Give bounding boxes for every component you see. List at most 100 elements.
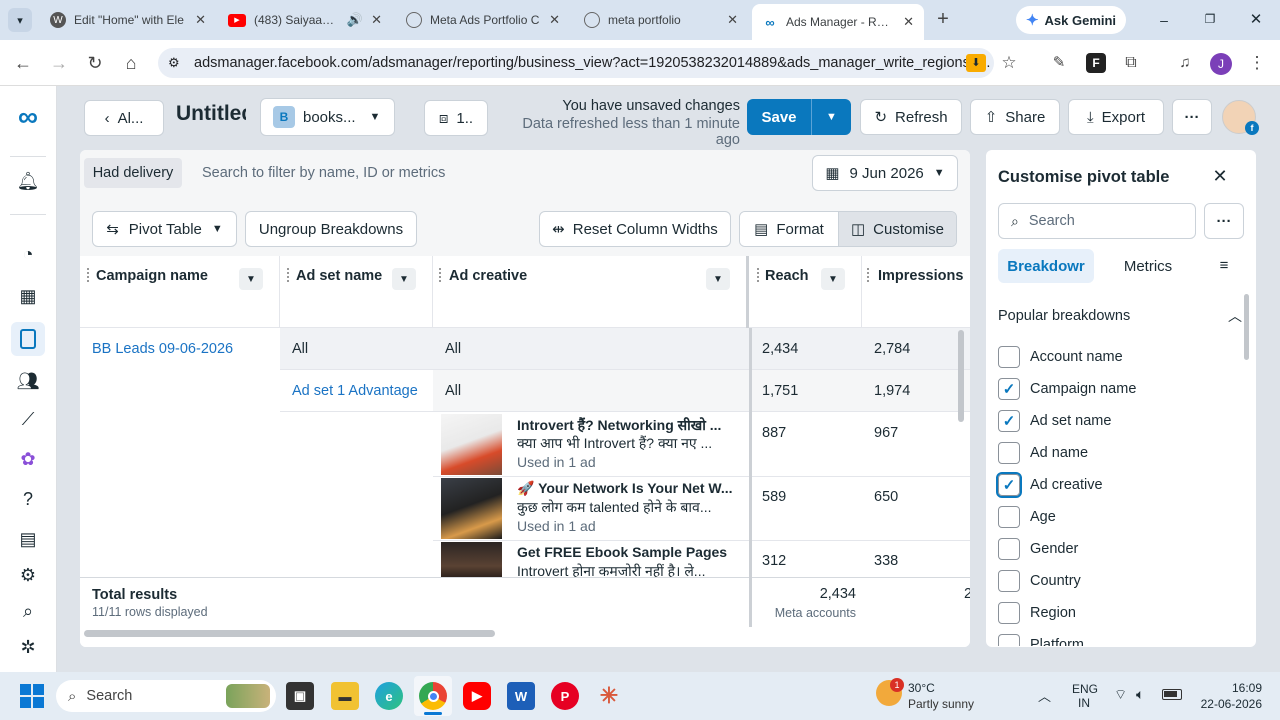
reset-column-widths-button[interactable]: ⇹ Reset Column Widths [539, 211, 731, 247]
breakdown-ad-name[interactable]: Ad name [998, 441, 1088, 465]
language-indicator[interactable]: ENG IN [1072, 682, 1098, 710]
save-button[interactable]: Save [747, 109, 811, 126]
save-options-caret[interactable]: ▼ [812, 111, 851, 123]
refresh-button[interactable]: ↻ Refresh [860, 99, 962, 135]
column-header-impressions[interactable]: Impressions [862, 256, 970, 328]
reload-icon[interactable]: ↻ [84, 52, 106, 74]
close-icon[interactable]: ✕ [195, 12, 206, 28]
panel-more-button[interactable]: ··· [1204, 203, 1244, 239]
breakdown-ad-set-name[interactable]: ✓ Ad set name [998, 409, 1111, 433]
column-header-reach[interactable]: Reach ▼ [749, 256, 862, 328]
breakdown-country[interactable]: Country [998, 569, 1081, 593]
audiences-icon[interactable]: 👥︎ [15, 368, 41, 394]
breakdown-platform[interactable]: Platform [998, 633, 1084, 646]
account-selector[interactable]: B books... ▼ [260, 98, 395, 136]
profile-avatar[interactable]: J [1210, 53, 1232, 75]
tab-youtube[interactable]: ▶ (483) Saiyaan Ji 🔊 ✕ [218, 6, 392, 34]
close-icon[interactable]: ✕ [903, 14, 914, 30]
column-header-campaign[interactable]: Campaign name ▼ [80, 256, 280, 328]
column-header-adset[interactable]: Ad set name ▼ [280, 256, 433, 328]
creative-title[interactable]: Get FREE Ebook Sample Pages [517, 544, 742, 560]
column-header-ad-creative[interactable]: Ad creative ▼ [433, 256, 749, 328]
windows-start-icon[interactable] [20, 684, 44, 708]
drag-handle-icon[interactable] [87, 268, 90, 282]
chevron-up-icon[interactable]: ︿ [1228, 306, 1242, 326]
column-menu-icon[interactable]: ▼ [239, 268, 263, 290]
had-delivery-chip[interactable]: Had delivery [84, 158, 182, 188]
bell-icon[interactable]: 🔔︎ [15, 168, 41, 194]
pivot-table-dropdown[interactable]: ⇆ Pivot Table ▼ [92, 211, 237, 247]
volume-icon[interactable]: 🔈︎ [1136, 686, 1144, 703]
speaker-icon[interactable]: 🔊 [347, 12, 363, 28]
customise-button[interactable]: ◫ Customise [838, 212, 956, 246]
search-icon[interactable]: ⌕ [15, 598, 41, 624]
reports-nav-item[interactable] [11, 322, 45, 356]
address-bar[interactable]: ⚙ adsmanager.facebook.com/adsmanager/rep… [158, 48, 994, 78]
tab-metrics[interactable]: Metrics [1110, 249, 1186, 283]
drag-handle-icon[interactable] [287, 268, 290, 282]
puzzle-extensions-icon[interactable]: ⧉ [1120, 52, 1142, 74]
tab-ads-manager[interactable]: ∞ Ads Manager - Repo ✕ [752, 4, 924, 40]
edge-browser-icon[interactable]: e [375, 682, 403, 710]
ask-gemini-button[interactable]: ✦ Ask Gemini [1016, 6, 1126, 34]
breakdown-age[interactable]: Age [998, 505, 1056, 529]
new-tab-icon[interactable]: + [932, 8, 954, 30]
clock[interactable]: 16:09 22-06-2026 [1190, 681, 1262, 711]
column-menu-icon[interactable]: ▼ [392, 268, 416, 290]
horizontal-scrollbar[interactable] [84, 630, 495, 637]
grid-table-icon[interactable]: ▦ [15, 283, 41, 309]
home-icon[interactable]: ⌂ [120, 52, 142, 74]
restore-icon[interactable]: ❐ [1202, 12, 1218, 28]
share-button[interactable]: ⇧ Share [970, 99, 1060, 135]
vertical-scrollbar[interactable] [958, 330, 964, 422]
checkbox[interactable] [998, 570, 1020, 592]
pinterest-icon[interactable]: P [551, 682, 579, 710]
more-options-button[interactable]: ··· [1172, 99, 1212, 135]
file-explorer-icon[interactable]: ▬ [331, 682, 359, 710]
site-info-icon[interactable]: ⚙ [168, 55, 180, 71]
checkbox[interactable] [998, 506, 1020, 528]
checkbox[interactable] [998, 634, 1020, 646]
bookmark-star-icon[interactable]: ☆ [998, 52, 1020, 74]
drag-handle-icon[interactable] [757, 268, 760, 282]
creative-title[interactable]: Introvert हैं? Networking सीखो ... [517, 416, 742, 435]
creative-title[interactable]: 🚀 Your Network Is Your Net W... [517, 480, 742, 497]
checkbox[interactable] [998, 602, 1020, 624]
export-button[interactable]: ⤓ Export [1068, 99, 1164, 135]
user-avatar[interactable]: f [1222, 100, 1259, 135]
breakdown-ad-creative[interactable]: ✓ Ad creative [996, 472, 1103, 498]
drag-handle-icon[interactable] [439, 268, 442, 282]
youtube-app-icon[interactable]: ▶ [463, 682, 491, 710]
browser-menu-icon[interactable]: ⋮ [1246, 52, 1268, 74]
checkbox-checked[interactable]: ✓ [996, 472, 1022, 498]
close-panel-icon[interactable]: ✕ [1210, 166, 1230, 186]
tab-meta-portfolio[interactable]: meta portfolio ✕ [574, 6, 748, 34]
drag-handle-icon[interactable] [867, 268, 870, 282]
tab-search-icon[interactable]: ▾ [8, 8, 32, 32]
back-icon[interactable]: ← [12, 52, 34, 74]
settings-gear-icon[interactable]: ⚙ [15, 562, 41, 588]
creative-thumbnail[interactable] [441, 414, 502, 475]
tab-breakdowns[interactable]: Breakdowr [998, 249, 1094, 283]
battery-icon[interactable] [1162, 689, 1182, 700]
notebook-icon[interactable]: ▤ [15, 526, 41, 552]
claude-app-icon[interactable]: ✳ [595, 682, 623, 710]
flower-apps-icon[interactable]: ✿ [15, 446, 41, 472]
help-icon[interactable]: ? [15, 486, 41, 512]
wifi-icon[interactable]: ⌔ [1114, 686, 1127, 704]
column-menu-icon[interactable]: ▼ [821, 268, 845, 290]
breakdown-gender[interactable]: Gender [998, 537, 1078, 561]
meta-logo-icon[interactable]: ∞ [12, 103, 44, 131]
breakdown-account-name[interactable]: Account name [998, 345, 1123, 369]
breakdown-region[interactable]: Region [998, 601, 1076, 625]
campaign-name-link[interactable]: BB Leads 09-06-2026 [92, 328, 233, 370]
ungroup-breakdowns-button[interactable]: Ungroup Breakdowns [245, 211, 417, 247]
install-app-icon[interactable]: ⬇ [966, 54, 986, 72]
tab-edit-home[interactable]: W Edit "Home" with Ele ✕ [40, 6, 216, 34]
dashboard-icon[interactable]: ◔ [15, 241, 41, 267]
extension-f-icon[interactable]: F [1086, 53, 1106, 73]
trend-icon[interactable]: ⟋ [15, 406, 41, 432]
creative-thumbnail[interactable] [441, 542, 502, 582]
report-title[interactable]: Untitled [176, 102, 246, 132]
pen-extension-icon[interactable]: ✎ [1048, 52, 1070, 74]
